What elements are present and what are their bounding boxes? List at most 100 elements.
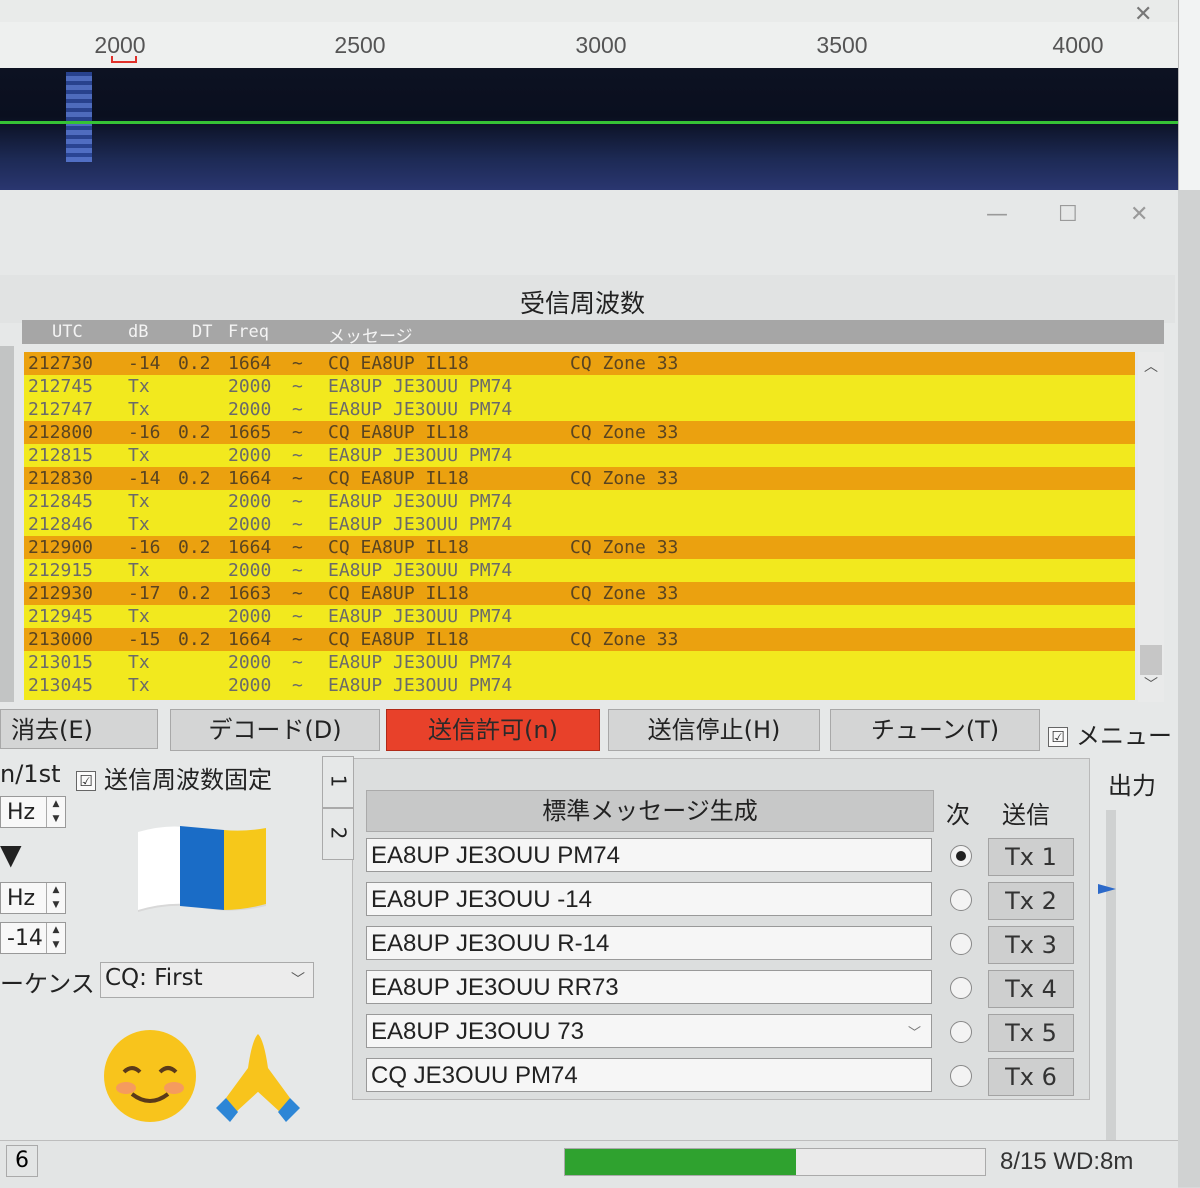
tx4-send-button[interactable]: Tx 4 — [988, 970, 1074, 1008]
cell-extra: CQ Zone 33 — [570, 468, 679, 489]
report-value: -14 — [7, 926, 43, 951]
scroll-down-icon[interactable]: ﹀ — [1144, 674, 1158, 694]
generate-std-messages-button[interactable]: 標準メッセージ生成 — [366, 790, 934, 832]
decode-row-cq[interactable]: 212800 -16 0.2 1665 ~ CQ EA8UP IL18 CQ Zone 33 — [24, 421, 1135, 444]
smiling-face-icon — [104, 1030, 196, 1122]
spin-arrows-icon[interactable]: ▲ ▼ — [46, 883, 65, 913]
cell-sep: ~ — [292, 652, 303, 673]
table-header: UTC dB DT Freq メッセージ — [22, 320, 1164, 347]
cell-db: Tx — [128, 376, 150, 397]
spin-arrows-icon[interactable]: ▲ ▼ — [46, 797, 65, 827]
spin-arrows-icon[interactable]: ▲ ▼ — [46, 923, 65, 953]
decode-row-tx[interactable]: 213045 Tx 2000 ~ EA8UP JE3OUU PM74 — [24, 674, 1135, 697]
cell-db: -14 — [128, 468, 161, 489]
header-freq: Freq — [228, 322, 269, 342]
tab-2[interactable]: 2 — [322, 808, 354, 860]
chevron-down-icon[interactable]: ﹀ — [908, 1022, 921, 1041]
cell-sep: ~ — [292, 422, 303, 443]
power-slider-handle[interactable] — [1098, 884, 1116, 894]
scrollbar-thumb[interactable] — [1140, 645, 1162, 675]
tx5-message-field[interactable]: EA8UP JE3OUU 73 — [366, 1014, 932, 1048]
tx-stop-button[interactable]: 送信停止(H) — [608, 709, 820, 751]
tx2-send-button[interactable]: Tx 2 — [988, 882, 1074, 920]
tx1-next-radio[interactable] — [950, 845, 972, 867]
cell-freq: 2000 — [228, 675, 272, 696]
cell-message: CQ EA8UP IL18 — [328, 422, 469, 443]
menu-checkbox[interactable]: ☑ メニュー — [1048, 716, 1172, 751]
decode-row-tx[interactable]: 212945 Tx 2000 ~ EA8UP JE3OUU PM74 — [24, 605, 1135, 628]
tx2-next-radio[interactable] — [950, 889, 972, 911]
tick-label: 3000 — [575, 32, 627, 58]
decode-row-tx[interactable]: 212915 Tx 2000 ~ EA8UP JE3OUU PM74 — [24, 559, 1135, 582]
tx4-next-radio[interactable] — [950, 977, 972, 999]
chevron-down-icon: ﹀ — [291, 972, 305, 988]
sequence-select[interactable]: CQ: First ﹀ — [100, 962, 314, 998]
checkbox-icon[interactable]: ☑ — [76, 771, 96, 791]
decode-row-tx[interactable]: 212845 Tx 2000 ~ EA8UP JE3OUU PM74 — [24, 490, 1135, 513]
cell-utc: 212747 — [28, 399, 94, 420]
report-spinbox[interactable]: -14 ▲ ▼ — [0, 922, 66, 954]
minimize-icon[interactable]: — — [986, 202, 1008, 227]
decode-row-cq[interactable]: 213000 -15 0.2 1664 ~ CQ EA8UP IL18 CQ Zone 33 — [24, 628, 1135, 651]
decode-row-tx[interactable]: 213015 Tx 2000 ~ EA8UP JE3OUU PM74 — [24, 651, 1135, 674]
cell-freq: 2000 — [228, 445, 272, 466]
menu-label: メニュー — [1076, 722, 1172, 750]
hold-tx-freq-checkbox[interactable]: ☑ 送信周波数固定 — [76, 760, 272, 795]
cell-utc: 212945 — [28, 606, 94, 627]
rx-marker-icon — [111, 56, 137, 63]
decode-row-tx[interactable]: 212745 Tx 2000 ~ EA8UP JE3OUU PM74 — [24, 375, 1135, 398]
decode-row-tx[interactable]: 212815 Tx 2000 ~ EA8UP JE3OUU PM74 — [24, 444, 1135, 467]
tx3-next-radio[interactable] — [950, 933, 972, 955]
tx1-send-button[interactable]: Tx 1 — [988, 838, 1074, 876]
cell-sep: ~ — [292, 560, 303, 581]
tx3-message-field[interactable]: EA8UP JE3OUU R-14 — [366, 926, 932, 960]
decode-row-tx[interactable]: 212846 Tx 2000 ~ EA8UP JE3OUU PM74 — [24, 513, 1135, 536]
decode-row-cq[interactable]: 212930 -17 0.2 1663 ~ CQ EA8UP IL18 CQ Zone 33 — [24, 582, 1135, 605]
cell-utc: 212830 — [28, 468, 94, 489]
decode-button[interactable]: デコード(D) — [170, 709, 380, 751]
tx5-next-radio[interactable] — [950, 1021, 972, 1043]
tx5-send-button[interactable]: Tx 5 — [988, 1014, 1074, 1052]
decode-row-cq[interactable]: 212730 -14 0.2 1664 ~ CQ EA8UP IL18 CQ Zone 33 — [24, 352, 1135, 375]
tx-freq-spinbox[interactable]: Hz ▲ ▼ — [0, 882, 66, 914]
erase-button[interactable]: 消去(E) — [0, 709, 158, 749]
waterfall-display[interactable] — [0, 68, 1178, 190]
tx6-next-radio[interactable] — [950, 1065, 972, 1087]
decode-list[interactable]: 212730 -14 0.2 1664 ~ CQ EA8UP IL18 CQ Zone 33… — [24, 352, 1135, 700]
cell-utc: 212800 — [28, 422, 94, 443]
power-slider[interactable] — [1106, 810, 1116, 1140]
cell-message: CQ EA8UP IL18 — [328, 353, 469, 374]
tx6-message-field[interactable]: CQ JE3OUU PM74 — [366, 1058, 932, 1092]
cell-db: -16 — [128, 537, 161, 558]
rx-freq-spinbox[interactable]: Hz ▲ ▼ — [0, 796, 66, 828]
tx4-message-field[interactable]: EA8UP JE3OUU RR73 — [366, 970, 932, 1004]
waterfall-green-line — [0, 121, 1178, 124]
checkbox-icon[interactable]: ☑ — [1048, 727, 1068, 747]
maximize-icon[interactable]: ☐ — [1058, 202, 1078, 227]
scroll-up-icon[interactable]: ︿ — [1144, 356, 1158, 376]
sequence-label: ーケンス — [0, 970, 95, 998]
cell-sep: ~ — [292, 468, 303, 489]
cell-utc: 212900 — [28, 537, 94, 558]
decode-row-tx[interactable]: 212747 Tx 2000 ~ EA8UP JE3OUU PM74 — [24, 398, 1135, 421]
cell-freq: 1664 — [228, 537, 272, 558]
tab-1[interactable]: 1 — [322, 756, 354, 808]
tx-enable-button[interactable]: 送信許可(n) — [386, 709, 600, 751]
close-icon[interactable]: ✕ — [1134, 2, 1152, 27]
decode-row-cq[interactable]: 212900 -16 0.2 1664 ~ CQ EA8UP IL18 CQ Zone 33 — [24, 536, 1135, 559]
tx1-message-field[interactable]: EA8UP JE3OUU PM74 — [366, 838, 932, 872]
decode-row-cq[interactable]: 212830 -14 0.2 1664 ~ CQ EA8UP IL18 CQ Zone 33 — [24, 467, 1135, 490]
tune-button[interactable]: チューン(T) — [830, 709, 1040, 751]
header-utc: UTC — [52, 322, 83, 342]
cell-sep: ~ — [292, 675, 303, 696]
cell-extra: CQ Zone 33 — [570, 629, 679, 650]
next-column-label: 次 — [946, 801, 970, 829]
cell-freq: 2000 — [228, 560, 272, 581]
down-arrow-icon[interactable]: ▼ — [0, 838, 22, 871]
cell-db: -16 — [128, 422, 161, 443]
tx2-message-field[interactable]: EA8UP JE3OUU -14 — [366, 882, 932, 916]
tx3-send-button[interactable]: Tx 3 — [988, 926, 1074, 964]
cell-sep: ~ — [292, 399, 303, 420]
tx6-send-button[interactable]: Tx 6 — [988, 1058, 1074, 1096]
close-icon[interactable]: ✕ — [1130, 202, 1148, 227]
